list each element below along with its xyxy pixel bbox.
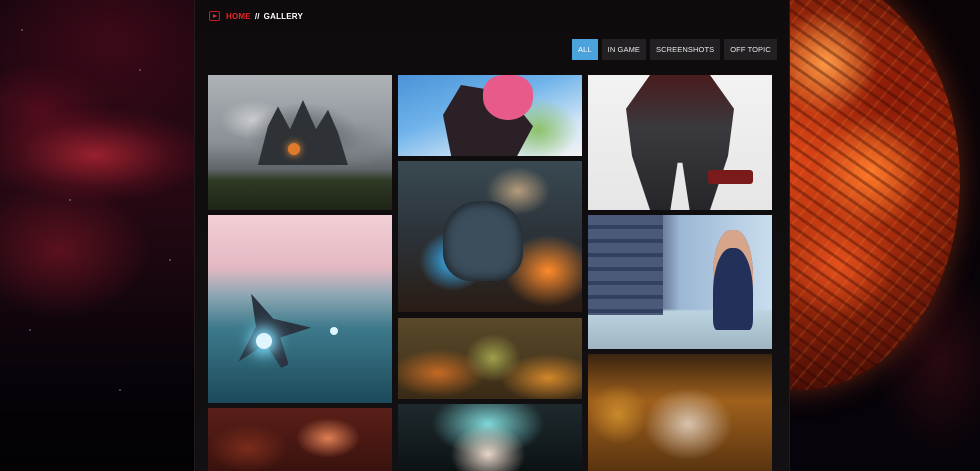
play-icon (209, 11, 220, 21)
gallery-item-fiery-creature[interactable] (208, 408, 392, 471)
filter-screenshots-button[interactable]: SCREENSHOTS (650, 39, 721, 60)
breadcrumb-current: GALLERY (263, 11, 303, 21)
gallery-item-anime-character[interactable] (398, 75, 582, 156)
gallery-item-giant-creature[interactable] (208, 75, 392, 210)
gallery-item-bearded-dwarf[interactable] (588, 354, 772, 471)
gallery-item-armored-mech[interactable] (588, 75, 772, 210)
space-backdrop-left (0, 0, 194, 471)
breadcrumb-home-link[interactable]: HOME (226, 12, 251, 21)
gallery-item-jets-over-ocean[interactable] (208, 215, 392, 403)
gallery-filter-bar: ALL IN GAME SCREENSHOTS OFF TOPIC (572, 39, 777, 60)
gallery-item-city-agent[interactable] (588, 215, 772, 349)
gallery-item-orc-battle[interactable] (398, 318, 582, 399)
filter-all-button[interactable]: ALL (572, 39, 598, 60)
filter-in-game-button[interactable]: IN GAME (601, 39, 647, 60)
gallery-item-white-haired-hero[interactable] (398, 404, 582, 471)
gallery-item-robot-battle[interactable] (398, 161, 582, 312)
filter-off-topic-button[interactable]: OFF TOPIC (724, 39, 777, 60)
gallery-panel: HOME // GALLERY ALL IN GAME SCREENSHOTS … (194, 0, 790, 471)
breadcrumb-separator: // (254, 11, 260, 21)
breadcrumb: HOME // GALLERY (209, 10, 303, 22)
